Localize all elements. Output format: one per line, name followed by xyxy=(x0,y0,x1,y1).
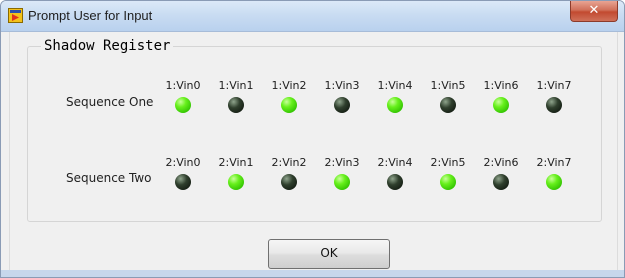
led-indicator[interactable] xyxy=(387,174,403,190)
led-label: 2:Vin6 xyxy=(483,156,519,169)
led-1-vin2: 1:Vin2 xyxy=(264,74,314,93)
ok-button[interactable]: OK xyxy=(268,239,390,269)
led-indicator[interactable] xyxy=(334,174,350,190)
led-2-vin6: 2:Vin6 xyxy=(476,151,526,170)
led-2-vin3: 2:Vin3 xyxy=(317,151,367,170)
shadow-register-group: Shadow Register Sequence One 1:Vin0 1:Vi… xyxy=(27,38,602,222)
led-2-vin5: 2:Vin5 xyxy=(423,151,473,170)
led-indicator[interactable] xyxy=(228,174,244,190)
led-label: 2:Vin5 xyxy=(430,156,466,169)
group-title: Shadow Register xyxy=(41,38,174,54)
led-label: 2:Vin4 xyxy=(377,156,413,169)
led-label: 1:Vin0 xyxy=(165,79,201,92)
led-1-vin7: 1:Vin7 xyxy=(529,74,579,93)
led-2-vin0: 2:Vin0 xyxy=(158,151,208,170)
dialog-body: Shadow Register Sequence One 1:Vin0 1:Vi… xyxy=(9,32,618,270)
led-indicator[interactable] xyxy=(281,97,297,113)
dialog-window: Prompt User for Input ✕ Shadow Register … xyxy=(0,0,625,278)
led-label: 1:Vin4 xyxy=(377,79,413,92)
led-2-vin2: 2:Vin2 xyxy=(264,151,314,170)
title-bar[interactable]: Prompt User for Input ✕ xyxy=(1,1,624,32)
led-indicator[interactable] xyxy=(493,174,509,190)
led-2-vin1: 2:Vin1 xyxy=(211,151,261,170)
led-label: 2:Vin3 xyxy=(324,156,360,169)
led-1-vin1: 1:Vin1 xyxy=(211,74,261,93)
led-1-vin5: 1:Vin5 xyxy=(423,74,473,93)
led-indicator[interactable] xyxy=(440,174,456,190)
led-indicator[interactable] xyxy=(228,97,244,113)
led-indicator[interactable] xyxy=(175,97,191,113)
labview-app-icon xyxy=(8,8,23,23)
led-indicator[interactable] xyxy=(334,97,350,113)
sequence-one-label: Sequence One xyxy=(66,95,154,109)
window-bottom-border xyxy=(1,270,624,277)
led-indicator[interactable] xyxy=(175,174,191,190)
close-button[interactable]: ✕ xyxy=(570,1,618,22)
led-label: 2:Vin2 xyxy=(271,156,307,169)
sequence-two-label: Sequence Two xyxy=(66,171,152,185)
led-indicator[interactable] xyxy=(493,97,509,113)
led-2-vin7: 2:Vin7 xyxy=(529,151,579,170)
led-indicator[interactable] xyxy=(281,174,297,190)
led-label: 2:Vin0 xyxy=(165,156,201,169)
led-label: 1:Vin2 xyxy=(271,79,307,92)
led-label: 1:Vin1 xyxy=(218,79,254,92)
led-label: 1:Vin5 xyxy=(430,79,466,92)
led-indicator[interactable] xyxy=(387,97,403,113)
led-label: 2:Vin1 xyxy=(218,156,254,169)
led-label: 1:Vin3 xyxy=(324,79,360,92)
led-indicator[interactable] xyxy=(440,97,456,113)
led-label: 1:Vin7 xyxy=(536,79,572,92)
led-1-vin0: 1:Vin0 xyxy=(158,74,208,93)
led-2-vin4: 2:Vin4 xyxy=(370,151,420,170)
led-label: 1:Vin6 xyxy=(483,79,519,92)
window-title: Prompt User for Input xyxy=(28,8,153,23)
close-icon: ✕ xyxy=(588,3,600,18)
led-indicator[interactable] xyxy=(546,97,562,113)
led-indicator[interactable] xyxy=(546,174,562,190)
led-1-vin6: 1:Vin6 xyxy=(476,74,526,93)
led-label: 2:Vin7 xyxy=(536,156,572,169)
led-1-vin3: 1:Vin3 xyxy=(317,74,367,93)
led-1-vin4: 1:Vin4 xyxy=(370,74,420,93)
